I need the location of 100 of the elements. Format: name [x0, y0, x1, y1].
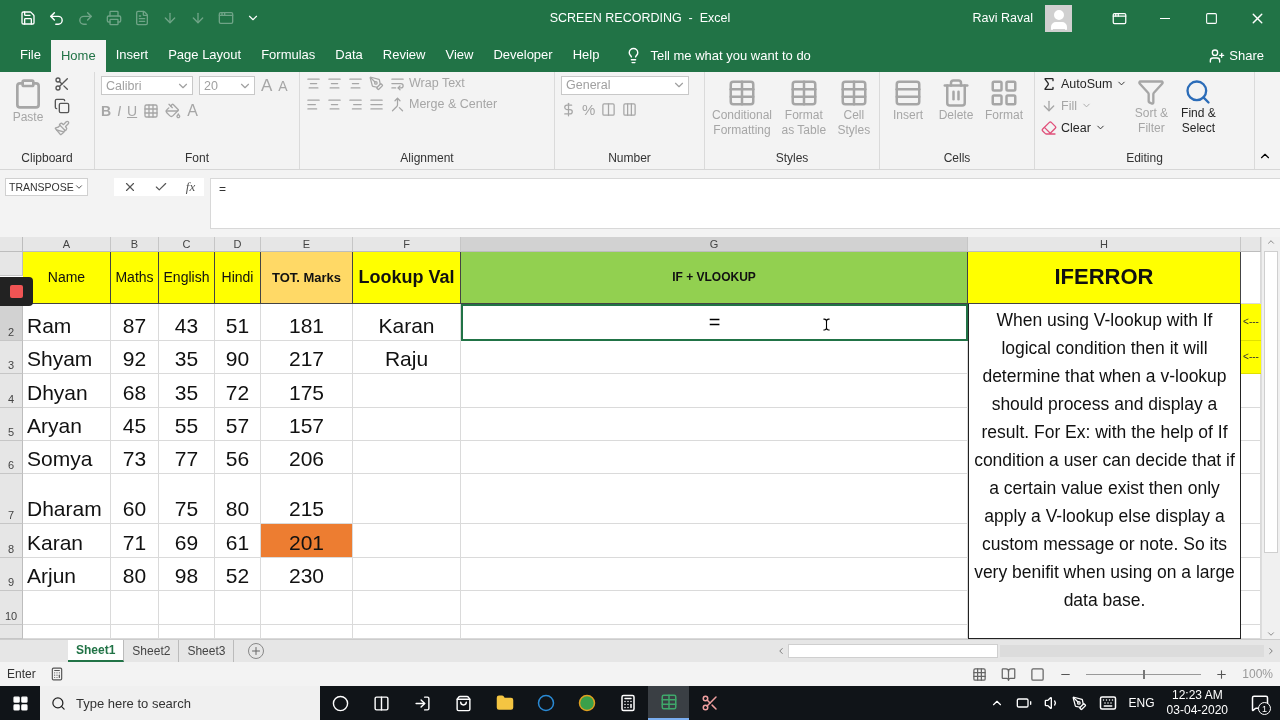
page-layout-icon[interactable]: [1001, 666, 1017, 682]
table-cell: 77: [159, 440, 215, 474]
scroll-right-icon[interactable]: [1266, 646, 1276, 657]
calculator-icon: [618, 694, 637, 712]
align-top-icon[interactable]: [306, 75, 321, 91]
maximize-icon: [1204, 11, 1218, 25]
align-right-icon[interactable]: [348, 96, 363, 112]
fill-color-icon[interactable]: [165, 102, 182, 119]
currency-icon[interactable]: [561, 101, 576, 117]
table-cell: Dhyan: [23, 373, 111, 408]
table-cell: 56: [215, 440, 261, 474]
zoom-slider[interactable]: [1142, 669, 1145, 679]
clock[interactable]: 12:23 AM 03-04-2020: [1166, 688, 1228, 718]
paintbrush-icon[interactable]: [54, 119, 70, 136]
menu-tab[interactable]: View: [435, 39, 484, 70]
scissors-icon[interactable]: [54, 75, 70, 92]
document-icon[interactable]: [134, 10, 150, 26]
menu-tab[interactable]: Data: [325, 39, 373, 70]
language-indicator[interactable]: ENG: [1128, 696, 1155, 710]
record-button[interactable]: [0, 277, 33, 306]
note-text: When using V-lookup with If logical condition then it will determine that when a v-lookup should process and display a result. For Ex: with the help of If condition a user can decide that if a certain value exist then only apply a V-lookup else display a custom message or note. So its very benifit when using on a large data base.: [973, 308, 1236, 612]
table-cell: 57: [215, 407, 261, 441]
menu-tab[interactable]: Help: [562, 39, 610, 70]
printer-icon[interactable]: [106, 10, 122, 26]
side-note: <---: [1241, 340, 1261, 374]
scroll-thumb[interactable]: [1264, 250, 1278, 553]
keyboard-icon[interactable]: [1098, 694, 1117, 712]
battery-icon[interactable]: [1015, 695, 1032, 711]
redo-icon[interactable]: [77, 9, 94, 27]
menu-tab[interactable]: Formulas: [251, 39, 326, 70]
name-box[interactable]: TRANSPOSE: [5, 177, 88, 196]
notification-count: 1: [1258, 702, 1271, 715]
align-bottom-icon[interactable]: [348, 75, 363, 91]
menu-tab[interactable]: Developer: [483, 39, 563, 70]
status-mode: Enter: [7, 667, 36, 681]
page-break-icon[interactable]: [1030, 666, 1046, 682]
table-cell: Karan: [23, 523, 111, 558]
active-cell[interactable]: =: [461, 303, 968, 341]
scroll-left-icon[interactable]: [776, 646, 786, 657]
person-add-icon: [1209, 47, 1226, 64]
search-icon: [1184, 77, 1213, 106]
menu-tab[interactable]: Review: [372, 39, 436, 70]
taskbar-search[interactable]: Type here to search: [40, 686, 320, 720]
clear-button[interactable]: Clear: [1041, 119, 1128, 136]
sheet-tab[interactable]: Sheet1: [68, 640, 125, 663]
menu-tab[interactable]: Page Layout: [158, 39, 252, 70]
menu-tab[interactable]: File: [10, 39, 51, 70]
form-icon[interactable]: [218, 10, 234, 26]
table-cell: 181: [261, 303, 353, 341]
formula-field[interactable]: =: [210, 177, 1280, 229]
row-header[interactable]: 5: [0, 407, 23, 441]
group-label: Number: [607, 149, 652, 167]
message-icon: [1251, 694, 1269, 712]
row-header[interactable]: 9: [0, 557, 23, 591]
group-label: Cells: [942, 149, 972, 167]
scissors-icon: [700, 694, 719, 712]
tell-me-search[interactable]: Tell me what you want to do: [625, 46, 811, 64]
row-header[interactable]: 10: [0, 590, 23, 625]
row-header[interactable]: 3: [0, 340, 23, 374]
row-header[interactable]: 7: [0, 473, 23, 524]
clock-time: 12:23 AM: [1171, 688, 1223, 703]
minimize-icon: [1160, 17, 1170, 19]
row-header[interactable]: 4: [0, 373, 23, 408]
group-label: Styles: [774, 149, 810, 167]
align-left-icon[interactable]: [306, 96, 321, 112]
scroll-thumb[interactable]: [788, 644, 998, 659]
window-icon: [1111, 10, 1127, 26]
row-header[interactable]: 6: [0, 440, 23, 474]
group-label: Clipboard: [20, 149, 74, 167]
zoom-in-icon[interactable]: [1215, 667, 1229, 681]
browser-icon: [536, 694, 555, 712]
header-cell: TOT. Marks: [261, 251, 353, 304]
table-cell: 51: [215, 303, 261, 341]
copy-icon[interactable]: [54, 97, 70, 114]
notifications-button[interactable]: 1: [1240, 686, 1280, 720]
browser-icon: [577, 694, 596, 712]
header-cell: English: [159, 251, 215, 304]
merge-icon: [390, 96, 405, 112]
row-header[interactable]: 8: [0, 523, 23, 558]
menu-tab[interactable]: Insert: [105, 39, 159, 70]
table-cell: 201: [261, 523, 353, 558]
align-middle-icon[interactable]: [327, 75, 342, 91]
borders-icon[interactable]: [143, 102, 160, 119]
pen-icon[interactable]: [1071, 695, 1087, 711]
undo-icon[interactable]: [48, 9, 65, 27]
save-icon[interactable]: [20, 10, 36, 26]
table-cell: 92: [111, 340, 159, 374]
table-cell: 55: [159, 407, 215, 441]
align-center-icon[interactable]: [327, 96, 342, 112]
share-button[interactable]: Share: [1209, 47, 1264, 64]
find-select-button[interactable]: Find & Select: [1175, 75, 1222, 149]
indent-icon[interactable]: [369, 96, 384, 112]
menu-tab[interactable]: Home: [50, 39, 106, 72]
normal-view-icon[interactable]: [972, 666, 988, 682]
stop-icon: [10, 285, 23, 298]
table-cell: 35: [159, 373, 215, 408]
folder-icon: [495, 694, 514, 712]
autosum-button[interactable]: AutoSum: [1041, 75, 1128, 92]
insert-function-button[interactable]: fx: [185, 178, 196, 195]
table-cell: 75: [159, 473, 215, 524]
